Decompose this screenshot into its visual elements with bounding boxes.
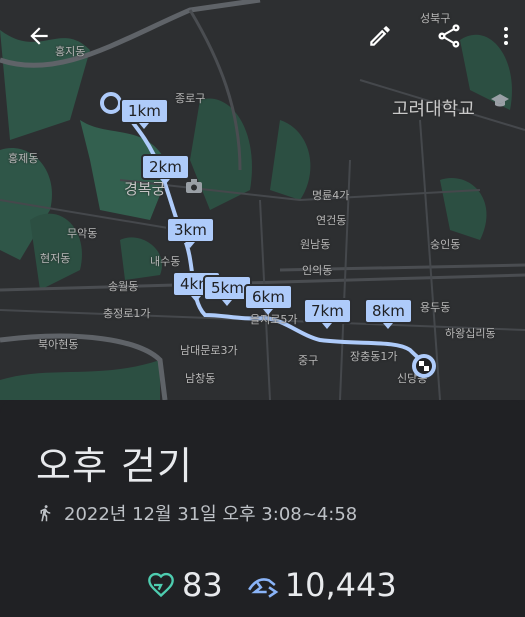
share-icon: [438, 24, 460, 48]
map-label-muak: 무악동: [67, 227, 98, 240]
walking-icon: [40, 505, 51, 522]
share-button[interactable]: [427, 14, 471, 58]
back-button[interactable]: [17, 14, 61, 58]
route-map[interactable]: 홍지동 종로구 홍제동 경복궁 무악동 현저동 내수동 송월동 충정로1가 북아…: [0, 0, 525, 400]
map-label-yong: 용두동: [420, 301, 451, 314]
steps-value: 10,443: [284, 566, 397, 604]
map-label-myeongryun: 명륜4가: [312, 189, 350, 202]
more-options-button[interactable]: [486, 14, 525, 58]
km-marker-2: 2km: [141, 154, 190, 185]
map-label-namdaemun: 남대문로3가: [180, 344, 238, 357]
more-vert-icon: [504, 27, 508, 45]
activity-subtitle: 2022년 12월 31일 오후 3:08~4:58: [36, 500, 357, 526]
map-label-namchang: 남창동: [185, 372, 216, 385]
heart-points-value: 83: [182, 566, 223, 604]
edit-button[interactable]: [358, 14, 402, 58]
map-label-hyeonjeo: 현저동: [40, 252, 71, 265]
map-label-junggu: 중구: [298, 354, 319, 367]
map-label-naesu: 내수동: [150, 255, 181, 268]
map-label-jongno: 종로구: [175, 92, 206, 105]
steps-icon: [245, 571, 279, 599]
activity-title: 오후 걷기: [36, 444, 193, 488]
map-label-bukahyeon: 북아현동: [38, 338, 79, 351]
map-label-jangchung: 장충동1가: [350, 350, 398, 363]
map-label-sungin: 숭인동: [430, 238, 461, 251]
activity-datetime: 2022년 12월 31일 오후 3:08~4:58: [64, 504, 358, 525]
km-marker-7: 7km: [303, 298, 352, 329]
km-marker-3: 3km: [166, 217, 215, 248]
km-marker-1: 1km: [120, 98, 169, 129]
map-label-gyeongbok: 경복궁: [124, 180, 166, 198]
map-label-hayang: 하왕십리동: [445, 327, 496, 340]
map-label-chungjeong: 충정로1가: [103, 307, 151, 320]
heart-points-icon: [146, 571, 176, 599]
map-label-wonnam: 원남동: [300, 238, 331, 251]
arrow-left-icon: [30, 27, 48, 45]
map-label-yeongeon: 연건동: [316, 214, 347, 227]
map-label-korea-univ: 고려대학교: [392, 99, 475, 120]
pencil-icon: [370, 26, 390, 46]
activity-stats: 83 10,443: [146, 566, 397, 604]
map-label-songwol: 송월동: [108, 280, 139, 293]
km-marker-8: 8km: [364, 298, 413, 329]
map-label-inui: 인의동: [302, 264, 333, 277]
route-finish-icon: [412, 354, 436, 378]
route-start-icon: [100, 92, 122, 114]
map-label-euljiro: 을지로5가: [250, 313, 298, 326]
camera-icon: [186, 179, 202, 193]
activity-details-sheet: 오후 걷기 2022년 12월 31일 오후 3:08~4:58 83 10,4…: [0, 400, 525, 617]
graduation-cap-icon: [491, 94, 509, 107]
top-toolbar: [0, 0, 525, 70]
map-label-hongje: 홍제동: [8, 152, 39, 165]
km-marker-6: 6km: [244, 284, 293, 315]
